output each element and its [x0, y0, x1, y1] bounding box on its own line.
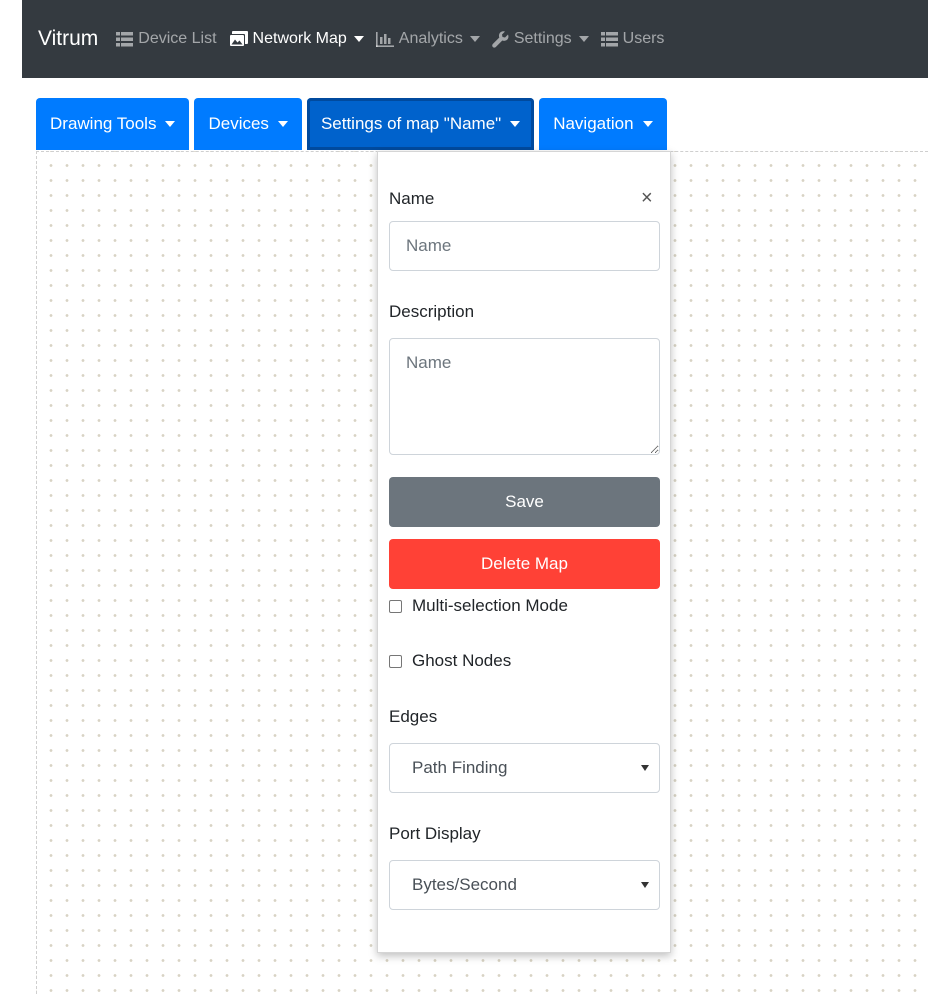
- nav-item-users[interactable]: Users: [600, 30, 665, 48]
- edges-label: Edges: [389, 707, 438, 726]
- top-navbar: Vitrum Device List Network Map Analytics…: [22, 0, 928, 78]
- button-label: Settings of map "Name": [320, 114, 502, 133]
- chevron-down-icon: [353, 36, 364, 42]
- edges-selected-value: Path Finding: [412, 758, 508, 777]
- wrench-icon: [492, 30, 509, 48]
- port-display-label: Port Display: [389, 824, 481, 843]
- ghost-nodes-label: Ghost Nodes: [412, 651, 512, 670]
- save-button[interactable]: Save: [389, 477, 660, 527]
- nav-item-analytics[interactable]: Analytics: [375, 30, 480, 48]
- map-name-input[interactable]: [389, 221, 660, 271]
- name-label: Name: [389, 189, 435, 208]
- map-settings-panel: Name × Description Save Delete Map Multi…: [377, 151, 671, 953]
- image-icon: [228, 31, 248, 47]
- delete-map-button[interactable]: Delete Map: [389, 539, 660, 589]
- nav-label: Settings: [513, 30, 572, 47]
- chevron-down-icon: [510, 121, 521, 127]
- select-arrow-icon: [641, 882, 649, 888]
- drawing-tools-button[interactable]: Drawing Tools: [36, 98, 190, 150]
- close-icon[interactable]: ×: [641, 188, 653, 208]
- nav-label: Device List: [138, 30, 217, 47]
- description-label: Description: [389, 302, 475, 321]
- nav-label: Network Map: [252, 30, 347, 47]
- nav-label: Analytics: [398, 30, 463, 47]
- nav-label: Users: [622, 30, 665, 47]
- map-settings-button[interactable]: Settings of map "Name": [306, 98, 535, 150]
- port-display-select[interactable]: Bytes/Second: [389, 860, 660, 910]
- chevron-down-icon: [642, 121, 653, 127]
- ghost-nodes-option[interactable]: Ghost Nodes: [389, 651, 511, 671]
- chevron-down-icon: [469, 36, 480, 42]
- multi-selection-checkbox[interactable]: [389, 599, 402, 613]
- port-display-selected-value: Bytes/Second: [412, 875, 517, 894]
- brand-logo[interactable]: Vitrum: [38, 27, 98, 51]
- chevron-down-icon: [277, 121, 288, 127]
- map-description-textarea[interactable]: [389, 338, 660, 455]
- nav-item-device-list[interactable]: Device List: [116, 30, 217, 48]
- ghost-nodes-checkbox[interactable]: [389, 654, 402, 668]
- select-arrow-icon: [641, 765, 649, 771]
- navigation-button[interactable]: Navigation: [539, 98, 667, 150]
- button-label: Drawing Tools: [50, 114, 157, 133]
- map-toolbar: Drawing Tools Devices Settings of map "N…: [36, 98, 672, 150]
- chevron-down-icon: [578, 36, 589, 42]
- multi-selection-label: Multi-selection Mode: [412, 596, 568, 615]
- multi-selection-option[interactable]: Multi-selection Mode: [389, 596, 568, 616]
- button-label: Devices: [208, 114, 269, 133]
- chevron-down-icon: [165, 121, 176, 127]
- list-icon: [116, 31, 134, 47]
- nav-item-network-map[interactable]: Network Map: [228, 30, 364, 48]
- button-label: Navigation: [553, 114, 634, 133]
- bar-chart-icon: [375, 31, 394, 47]
- devices-button[interactable]: Devices: [194, 98, 302, 150]
- edges-select[interactable]: Path Finding: [389, 743, 660, 793]
- list-icon: [600, 31, 618, 47]
- nav-item-settings[interactable]: Settings: [492, 30, 589, 48]
